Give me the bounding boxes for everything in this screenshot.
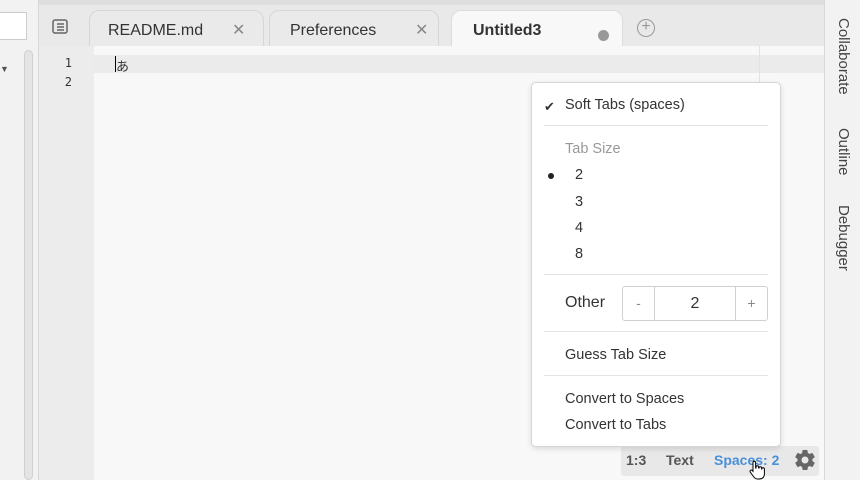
soft-tabs-toggle[interactable]: Soft Tabs (spaces) bbox=[565, 97, 685, 113]
gear-icon[interactable] bbox=[793, 448, 817, 472]
line-number: 2 bbox=[64, 75, 72, 89]
other-size-input[interactable]: 2 bbox=[654, 287, 736, 320]
menu-divider bbox=[544, 331, 768, 332]
add-tab-icon[interactable]: + bbox=[637, 19, 655, 37]
cursor-position[interactable]: 1:3 bbox=[626, 452, 646, 468]
file-tree-search[interactable] bbox=[0, 12, 27, 40]
status-bar: 1:3 Text Spaces: 2 bbox=[621, 446, 819, 476]
hand-cursor-icon bbox=[749, 460, 765, 480]
panel-tab-debugger[interactable]: Debugger bbox=[835, 205, 852, 271]
line-number: 1 bbox=[64, 56, 72, 70]
tab-label: Untitled3 bbox=[473, 21, 542, 39]
decrement-button[interactable]: - bbox=[623, 287, 654, 320]
indent-setting-button[interactable]: Spaces: 2 bbox=[714, 452, 779, 468]
syntax-mode[interactable]: Text bbox=[666, 452, 694, 468]
menu-divider bbox=[544, 375, 768, 376]
menu-divider bbox=[544, 274, 768, 275]
unsaved-dot-icon[interactable] bbox=[598, 30, 609, 41]
increment-button[interactable]: + bbox=[736, 287, 767, 320]
panel-tab-outline[interactable]: Outline bbox=[835, 128, 852, 176]
tab-size-option-8[interactable]: 8 bbox=[575, 246, 583, 262]
other-size-label: Other bbox=[565, 294, 606, 311]
active-line-highlight bbox=[94, 55, 824, 73]
file-tree-scrollbar[interactable] bbox=[24, 50, 33, 480]
guess-tab-size-item[interactable]: Guess Tab Size bbox=[565, 347, 666, 363]
tab-size-header: Tab Size bbox=[565, 141, 621, 157]
close-icon[interactable]: ✕ bbox=[415, 23, 428, 39]
text-cursor bbox=[115, 56, 116, 72]
gutter: 1 2 bbox=[39, 46, 94, 480]
menu-divider bbox=[544, 125, 768, 126]
tab-size-option-4[interactable]: 4 bbox=[575, 220, 583, 236]
tab-size-option-3[interactable]: 3 bbox=[575, 194, 583, 210]
tree-caret-icon[interactable]: ▼ bbox=[0, 64, 9, 74]
convert-to-spaces-item[interactable]: Convert to Spaces bbox=[565, 391, 684, 407]
indent-menu: ✔ Soft Tabs (spaces) Tab Size 2 3 4 8 Ot… bbox=[531, 82, 781, 447]
convert-to-tabs-item[interactable]: Convert to Tabs bbox=[565, 417, 666, 433]
other-size-stepper[interactable]: - 2 + bbox=[622, 286, 768, 321]
tab-preferences[interactable]: Preferences ✕ bbox=[269, 10, 439, 51]
tab-readme[interactable]: README.md ✕ bbox=[89, 10, 264, 51]
file-tree-toggle-icon[interactable] bbox=[51, 19, 69, 35]
tab-size-option-2[interactable]: 2 bbox=[575, 167, 583, 183]
code-line[interactable]: あ bbox=[116, 56, 129, 75]
selected-bullet-icon bbox=[548, 173, 554, 179]
tab-bar: README.md ✕ Preferences ✕ Untitled3 + bbox=[39, 0, 824, 51]
tab-label: Preferences bbox=[290, 21, 377, 39]
checkmark-icon: ✔ bbox=[544, 99, 555, 114]
right-side-panel: Collaborate Outline Debugger bbox=[824, 0, 860, 480]
close-icon[interactable]: ✕ bbox=[232, 23, 245, 39]
panel-tab-collaborate[interactable]: Collaborate bbox=[835, 18, 852, 95]
tab-untitled3[interactable]: Untitled3 bbox=[451, 10, 623, 51]
tab-label: README.md bbox=[108, 21, 204, 39]
